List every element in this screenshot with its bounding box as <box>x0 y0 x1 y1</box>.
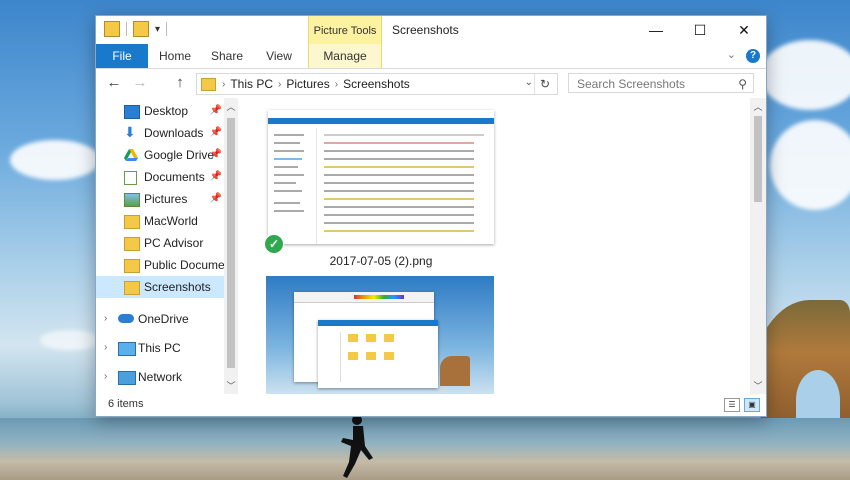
pin-icon: 📌 <box>209 105 222 116</box>
window-title: Screenshots <box>392 23 459 37</box>
scrollbar-thumb[interactable] <box>227 118 235 368</box>
new-folder-icon[interactable] <box>133 21 149 37</box>
details-view-icon[interactable]: ☰ <box>724 398 740 412</box>
chevron-right-icon[interactable]: › <box>104 308 107 330</box>
close-button[interactable]: ✕ <box>722 16 766 44</box>
separator <box>166 22 168 36</box>
tab-manage[interactable]: Manage <box>308 44 382 68</box>
folder-icon <box>124 259 140 273</box>
tab-view[interactable]: View <box>258 44 300 68</box>
breadcrumb-screenshots[interactable]: Screenshots <box>343 77 410 91</box>
file-thumbnail[interactable] <box>266 276 494 394</box>
pin-icon: 📌 <box>209 127 222 138</box>
sea <box>0 418 850 480</box>
chevron-right-icon: › <box>334 78 339 90</box>
scroll-down-icon[interactable]: ﹀ <box>750 379 766 392</box>
breadcrumb[interactable]: › This PC › Pictures › Screenshots ⌄ ↻ <box>196 73 558 95</box>
separator <box>126 22 127 36</box>
folder-icon <box>124 281 140 295</box>
file-name[interactable]: 2017-07-05 (2).png <box>268 254 494 268</box>
nav-item-pictures[interactable]: Pictures 📌 <box>96 188 224 210</box>
chevron-right-icon: › <box>222 78 226 90</box>
runner-silhouette <box>341 415 373 478</box>
maximize-button[interactable]: ☐ <box>678 16 722 44</box>
desktop-icon <box>124 105 140 119</box>
thumbnail-content <box>318 320 438 388</box>
pin-icon: 📌 <box>209 193 222 204</box>
folder-icon <box>201 77 216 91</box>
documents-icon <box>124 171 137 185</box>
quick-access-toolbar: ✓ ▾ <box>100 21 168 165</box>
help-icon[interactable]: ? <box>746 49 760 63</box>
nav-item-public-documents[interactable]: Public Documents <box>96 254 224 276</box>
nav-item-network[interactable]: › Network <box>96 366 224 388</box>
nav-item-google-drive[interactable]: Google Drive 📌 <box>96 144 224 166</box>
search-icon: ⚲ <box>738 77 747 91</box>
folder-icon[interactable] <box>104 21 120 37</box>
picture-tools-group: Picture Tools <box>308 16 382 44</box>
ribbon-expand-icon[interactable]: ⌄ <box>727 48 736 61</box>
thumbnail-content <box>268 128 317 244</box>
nav-item-this-pc[interactable]: › This PC <box>96 337 224 359</box>
file-view: ✓ 2017-07-05 (2).png <box>242 98 750 394</box>
breadcrumb-pictures[interactable]: Pictures <box>286 77 329 91</box>
up-button[interactable]: ↑ <box>170 73 190 93</box>
search-placeholder: Search Screenshots <box>577 77 686 91</box>
scroll-down-icon[interactable]: ﹀ <box>224 379 238 392</box>
nav-item-downloads[interactable]: ⬇ Downloads 📌 <box>96 122 224 144</box>
chevron-right-icon[interactable]: › <box>104 337 107 359</box>
address-dropdown-button[interactable]: ⌄ <box>525 77 533 88</box>
refresh-button[interactable]: ↻ <box>534 74 555 94</box>
network-icon <box>118 371 136 385</box>
back-button[interactable]: ← <box>104 73 124 93</box>
title-bar: ✓ ▾ Picture Tools Screenshots — ☐ ✕ <box>96 16 766 165</box>
forward-button[interactable]: → <box>130 73 150 93</box>
ribbon-tabs: File Home Share View Manage ⌄ ? <box>96 44 766 69</box>
status-bar: 6 items ☰ ▣ <box>96 394 766 416</box>
pin-icon: 📌 <box>209 171 222 182</box>
this-pc-icon <box>118 342 136 356</box>
nav-item-screenshots[interactable]: Screenshots <box>96 276 224 298</box>
nav-item-documents[interactable]: Documents 📌 <box>96 166 224 188</box>
search-input[interactable]: Search Screenshots ⚲ <box>568 73 754 93</box>
nav-item-macworld[interactable]: MacWorld <box>96 210 224 232</box>
tab-home[interactable]: Home <box>154 44 196 68</box>
download-icon: ⬇ <box>124 124 136 140</box>
scroll-up-icon[interactable]: ︿ <box>224 100 238 113</box>
scrollbar-thumb[interactable] <box>754 116 762 202</box>
file-explorer-window: ✓ ▾ Picture Tools Screenshots — ☐ ✕ File… <box>96 16 766 416</box>
chevron-right-icon: › <box>278 78 282 90</box>
address-row: ← → ↑ › This PC › Pictures › Screenshots… <box>96 69 766 97</box>
onedrive-icon <box>118 314 134 323</box>
navigation-pane: Desktop 📌 ⬇ Downloads 📌 Google Drive 📌 D… <box>96 98 240 394</box>
nav-item-onedrive[interactable]: › OneDrive <box>96 308 224 330</box>
folder-icon <box>124 215 140 229</box>
nav-pane-scrollbar[interactable]: ︿ ﹀ <box>224 98 238 394</box>
thumbnail-content <box>268 118 494 124</box>
nav-item-pc-advisor[interactable]: PC Advisor <box>96 232 224 254</box>
minimize-button[interactable]: — <box>634 16 678 44</box>
pin-icon: 📌 <box>209 149 222 160</box>
google-drive-icon <box>124 149 138 161</box>
selected-check-icon[interactable]: ✓ <box>264 234 284 254</box>
thumbnail-content <box>440 356 470 386</box>
large-icons-view-icon[interactable]: ▣ <box>744 398 760 412</box>
content-scrollbar[interactable]: ︿ ﹀ <box>750 98 766 394</box>
nav-item-desktop[interactable]: Desktop 📌 <box>96 100 224 122</box>
chevron-right-icon[interactable]: › <box>104 366 107 388</box>
breadcrumb-this-pc[interactable]: This PC <box>230 77 273 91</box>
pictures-icon <box>124 193 140 207</box>
file-thumbnail[interactable]: ✓ <box>264 110 494 254</box>
item-count: 6 items <box>108 398 144 410</box>
customize-toolbar-button[interactable]: ▾ <box>155 24 160 35</box>
folder-icon <box>124 237 140 251</box>
tab-share[interactable]: Share <box>206 44 248 68</box>
tab-file[interactable]: File <box>96 44 148 68</box>
scroll-up-icon[interactable]: ︿ <box>750 100 766 113</box>
